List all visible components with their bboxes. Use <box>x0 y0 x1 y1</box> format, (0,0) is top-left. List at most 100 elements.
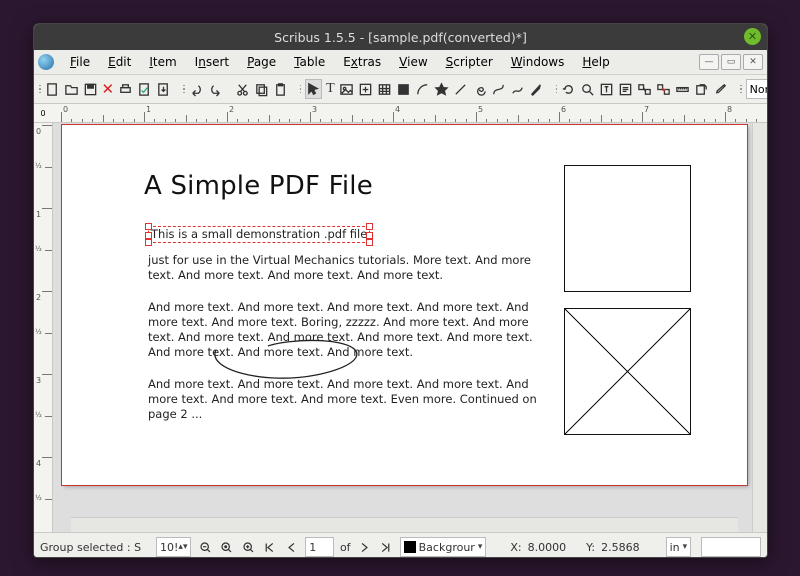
app-window: Scribus 1.5.5 - [sample.pdf(converted)*]… <box>33 23 768 558</box>
render-frame-icon[interactable] <box>358 80 373 98</box>
unlink-frames-icon[interactable] <box>656 80 671 98</box>
layer-combo[interactable]: Backgrour ▾ <box>400 537 487 557</box>
canvas[interactable]: A Simple PDF File This is a small demons… <box>53 123 752 532</box>
paragraph-1[interactable]: just for use in the Virtual Mechanics tu… <box>148 253 538 283</box>
mdi-restore-button[interactable]: ▭ <box>721 54 741 70</box>
mdi-close-button[interactable]: ✕ <box>743 54 763 70</box>
menu-insert[interactable]: Insert <box>187 52 237 72</box>
page-number-field[interactable]: 1 <box>305 537 334 557</box>
save-icon[interactable] <box>83 80 98 98</box>
chevron-down-icon: ▾ <box>478 542 483 552</box>
undo-icon[interactable] <box>189 80 204 98</box>
y-value: 2.5868 <box>601 541 640 554</box>
menu-file[interactable]: FFileile <box>62 52 98 72</box>
edit-text-story-icon[interactable] <box>618 80 633 98</box>
scrollbar-vertical[interactable] <box>752 123 767 532</box>
toolbar-handle[interactable] <box>740 85 742 94</box>
polygon-icon[interactable] <box>434 80 449 98</box>
select-tool-icon[interactable] <box>305 79 322 99</box>
toolbar-handle[interactable] <box>39 85 41 94</box>
page-of-label: of <box>340 541 351 554</box>
print-icon[interactable] <box>118 80 133 98</box>
toolbar-handle[interactable] <box>300 85 302 94</box>
calligraphic-icon[interactable] <box>529 80 544 98</box>
workarea: 0½1½2½3½4½5½ A Simple PDF File This is a… <box>34 123 767 532</box>
selection-status: Group selected : S <box>40 541 150 554</box>
prev-page-icon[interactable] <box>284 538 300 556</box>
next-page-icon[interactable] <box>357 538 373 556</box>
selected-text: This is a small demonstration .pdf file <box>151 227 367 241</box>
first-page-icon[interactable] <box>262 538 278 556</box>
ruler-vertical[interactable]: 0½1½2½3½4½5½ <box>34 123 53 532</box>
last-page-icon[interactable] <box>378 538 394 556</box>
search-field[interactable] <box>701 537 761 557</box>
preflight-icon[interactable] <box>137 80 152 98</box>
freehand-annotation[interactable] <box>206 335 376 385</box>
ruler-horizontal[interactable]: 0123456789 <box>52 104 767 123</box>
menu-table[interactable]: Table <box>286 52 333 72</box>
menu-help[interactable]: Help <box>574 52 617 72</box>
menu-scripter[interactable]: Scripter <box>438 52 501 72</box>
edit-text-icon[interactable] <box>599 80 614 98</box>
paste-icon[interactable] <box>273 80 288 98</box>
menu-windows[interactable]: Windows <box>503 52 573 72</box>
y-label: Y: <box>586 541 595 554</box>
bezier-icon[interactable] <box>491 80 506 98</box>
export-pdf-icon[interactable] <box>156 80 171 98</box>
window-title: Scribus 1.5.5 - [sample.pdf(converted)*] <box>274 30 527 45</box>
text-frame-icon[interactable]: T <box>326 80 335 98</box>
image-frame-icon[interactable] <box>339 80 354 98</box>
mdi-minimize-button[interactable]: — <box>699 54 719 70</box>
copy-icon[interactable] <box>254 80 269 98</box>
menu-page[interactable]: Page <box>239 52 284 72</box>
close-doc-icon[interactable]: ✕ <box>102 80 115 98</box>
shape-icon[interactable] <box>396 80 411 98</box>
x-value: 8.0000 <box>528 541 567 554</box>
menu-view[interactable]: View <box>391 52 435 72</box>
open-icon[interactable] <box>64 80 79 98</box>
new-icon[interactable] <box>45 80 60 98</box>
measure-icon[interactable] <box>675 80 690 98</box>
cut-icon[interactable] <box>235 80 250 98</box>
arc-icon[interactable] <box>415 80 430 98</box>
zoom-100-icon[interactable] <box>219 538 235 556</box>
zoom-in-icon[interactable] <box>241 538 257 556</box>
menu-extras[interactable]: Extras <box>335 52 389 72</box>
statusbar: Group selected : S 10!▴▾ 1 of Backgrour … <box>34 532 767 558</box>
menubar: FFileile Edit Item Insert Page Table Ext… <box>34 50 767 75</box>
selected-text-frame[interactable]: This is a small demonstration .pdf file <box>148 226 370 243</box>
app-logo-icon <box>38 54 54 70</box>
ruler-origin[interactable]: 0 <box>34 104 53 123</box>
view-mode-label: Normal <box>750 83 767 96</box>
window-close-button[interactable]: ✕ <box>744 28 761 45</box>
freehand-icon[interactable] <box>510 80 525 98</box>
chevron-down-icon: ▾ <box>683 542 688 552</box>
rotate-icon[interactable] <box>561 80 576 98</box>
menu-item[interactable]: Item <box>141 52 184 72</box>
redo-icon[interactable] <box>208 80 223 98</box>
unit-combo[interactable]: in ▾ <box>666 537 692 557</box>
toolbar: ✕ T <box>34 75 767 104</box>
eyedropper-icon[interactable] <box>713 80 728 98</box>
image-frame-empty[interactable] <box>564 165 691 292</box>
doc-title-text[interactable]: A Simple PDF File <box>144 171 373 201</box>
scrollbar-horizontal[interactable] <box>71 517 738 532</box>
layer-swatch-icon <box>404 541 416 553</box>
table-icon[interactable] <box>377 80 392 98</box>
view-mode-combo[interactable]: Normal ▾ <box>746 79 767 99</box>
document-page[interactable]: A Simple PDF File This is a small demons… <box>62 125 747 485</box>
titlebar: Scribus 1.5.5 - [sample.pdf(converted)*]… <box>34 24 767 50</box>
spiral-icon[interactable] <box>472 80 487 98</box>
zoom-out-icon[interactable] <box>197 538 213 556</box>
toolbar-handle[interactable] <box>183 85 185 94</box>
toolbar-handle[interactable] <box>556 85 558 94</box>
menu-edit[interactable]: Edit <box>100 52 139 72</box>
line-icon[interactable] <box>453 80 468 98</box>
image-frame-placeholder[interactable] <box>564 308 691 435</box>
copy-props-icon[interactable] <box>694 80 709 98</box>
layer-name: Backgrour <box>419 541 475 554</box>
x-label: X: <box>510 541 521 554</box>
zoom-field[interactable]: 10!▴▾ <box>156 537 191 557</box>
zoom-tool-icon[interactable] <box>580 80 595 98</box>
link-frames-icon[interactable] <box>637 80 652 98</box>
